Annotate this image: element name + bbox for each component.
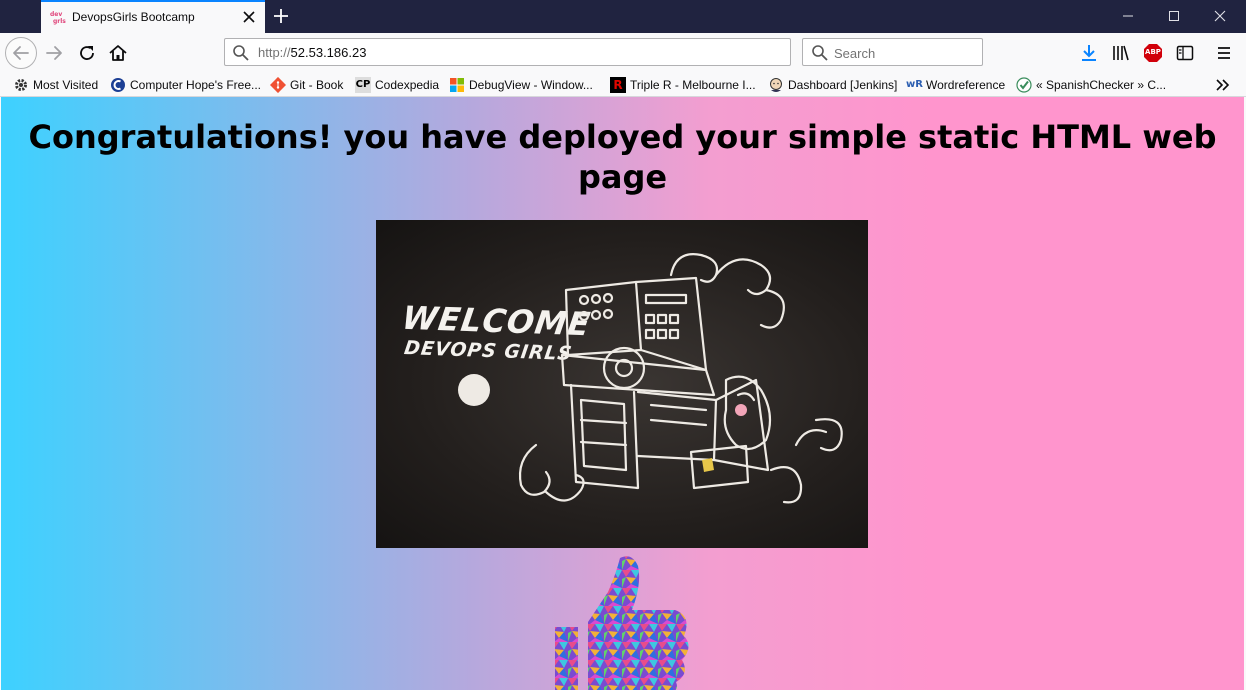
adblock-badge: ABP <box>1145 48 1161 56</box>
navigation-toolbar: http://52.53.186.23 Search ABP <box>0 33 1246 73</box>
bookmark-triple-r[interactable]: R Triple R - Melbourne I... <box>610 76 756 94</box>
forward-button[interactable] <box>40 39 68 67</box>
bookmark-most-visited[interactable]: Most Visited <box>13 76 98 94</box>
svg-text:dev: dev <box>50 11 62 18</box>
devopsgirls-favicon-icon: dev grls <box>50 11 66 25</box>
machine-illustration <box>458 253 843 504</box>
svg-text:grls: grls <box>53 18 66 25</box>
bookmark-codexpedia[interactable]: CP Codexpedia <box>355 76 439 94</box>
url-host: 52.53.186.23 <box>290 45 367 60</box>
hamburger-menu-icon[interactable] <box>1214 43 1234 63</box>
bookmark-git-book[interactable]: Git - Book <box>270 76 343 94</box>
url-scheme: http:// <box>258 45 291 60</box>
git-icon <box>270 77 286 93</box>
new-tab-icon[interactable] <box>272 7 290 25</box>
home-icon[interactable] <box>104 39 132 67</box>
close-window-icon[interactable] <box>1213 9 1227 23</box>
jenkins-icon <box>770 78 782 92</box>
bookmark-jenkins[interactable]: Dashboard [Jenkins] <box>768 76 897 94</box>
tab-title: DevopsGirls Bootcamp <box>72 10 195 24</box>
search-icon <box>812 45 828 61</box>
library-icon[interactable] <box>1111 43 1131 63</box>
wordreference-icon: wR <box>906 79 923 90</box>
search-icon <box>233 45 249 61</box>
chevron-double-right-icon[interactable] <box>1214 77 1232 93</box>
title-bar: dev grls DevopsGirls Bootcamp <box>0 0 1246 33</box>
bookmark-wordreference[interactable]: wR Wordreference <box>906 76 1005 94</box>
download-icon[interactable] <box>1079 43 1099 63</box>
reload-icon[interactable] <box>73 39 101 67</box>
url-bar[interactable]: http://52.53.186.23 <box>224 38 791 66</box>
triple-r-icon: R <box>610 77 626 93</box>
welcome-devops-girls-image: WELCOME DEVOPS GIRLS <box>376 220 868 548</box>
windows-icon <box>450 78 464 92</box>
close-tab-icon[interactable] <box>241 9 257 25</box>
back-button[interactable] <box>5 37 37 69</box>
adblock-plus-icon[interactable]: ABP <box>1143 43 1163 63</box>
search-bar[interactable]: Search <box>802 38 983 66</box>
page-content: Congratulations! you have deployed your … <box>1 97 1244 690</box>
spanishchecker-icon <box>1016 77 1032 93</box>
computerhope-icon <box>111 78 125 92</box>
minimize-icon[interactable] <box>1121 9 1135 23</box>
thumbs-up-icon <box>555 556 689 690</box>
page-heading: Congratulations! you have deployed your … <box>28 118 1217 196</box>
arrow-left-icon <box>13 46 29 60</box>
bookmark-computer-hope[interactable]: Computer Hope's Free... <box>110 76 261 94</box>
tab-devopsgirls[interactable]: dev grls DevopsGirls Bootcamp <box>41 0 265 33</box>
url-text: http://52.53.186.23 <box>258 45 366 60</box>
sidebar-icon[interactable] <box>1175 43 1195 63</box>
bookmark-spanishchecker[interactable]: « SpanishChecker » C... <box>1016 76 1166 94</box>
bookmark-debugview[interactable]: DebugView - Window... <box>449 76 593 94</box>
gear-icon <box>15 79 27 91</box>
cp-icon: CP <box>355 77 371 93</box>
maximize-icon[interactable] <box>1167 9 1181 23</box>
search-placeholder: Search <box>834 46 876 61</box>
bookmarks-toolbar: Most Visited Computer Hope's Free... Git… <box>0 73 1246 97</box>
